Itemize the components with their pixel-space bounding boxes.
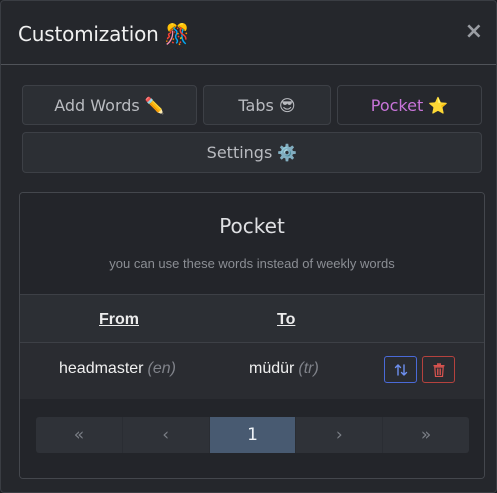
tab-settings[interactable]: Settings ⚙️ — [22, 132, 482, 173]
pocket-subtitle: you can use these words instead of weekl… — [109, 256, 395, 271]
from-cell: headmaster (en) — [59, 360, 176, 378]
from-word: headmaster — [59, 360, 144, 377]
swap-vertical-icon — [394, 363, 407, 376]
column-header-to[interactable]: To — [277, 311, 295, 329]
to-cell: müdür (tr) — [249, 360, 319, 378]
table-header: From To — [20, 294, 484, 343]
pagination: « ‹ 1 › » — [36, 417, 469, 453]
pocket-panel: Pocket you can use these words instead o… — [19, 192, 485, 479]
column-header-from[interactable]: From — [99, 311, 139, 329]
trash-icon — [433, 362, 444, 377]
tab-pocket[interactable]: Pocket ⭐ — [337, 85, 482, 125]
delete-button[interactable] — [422, 356, 455, 383]
page-first-button[interactable]: « — [36, 417, 122, 453]
swap-button[interactable] — [384, 356, 417, 383]
page-prev-button[interactable]: ‹ — [121, 417, 209, 453]
tab-add-words[interactable]: Add Words ✏️ — [22, 85, 197, 125]
customization-modal: Customization 🎊 × Add Words ✏️ Tabs 😎 Po… — [0, 0, 497, 493]
page-next-button[interactable]: › — [295, 417, 382, 453]
page-last-button[interactable]: » — [382, 417, 469, 453]
to-word: müdür — [249, 360, 295, 377]
from-language: (en) — [147, 360, 176, 377]
pocket-header: Pocket you can use these words instead o… — [20, 193, 484, 294]
page-current-button[interactable]: 1 — [208, 417, 296, 453]
close-button[interactable]: × — [465, 19, 483, 44]
pocket-title: Pocket — [219, 214, 285, 238]
modal-title: Customization 🎊 — [18, 22, 190, 46]
tab-tabs[interactable]: Tabs 😎 — [203, 85, 331, 125]
to-language: (tr) — [298, 360, 319, 377]
modal-header: Customization 🎊 × — [1, 1, 496, 65]
